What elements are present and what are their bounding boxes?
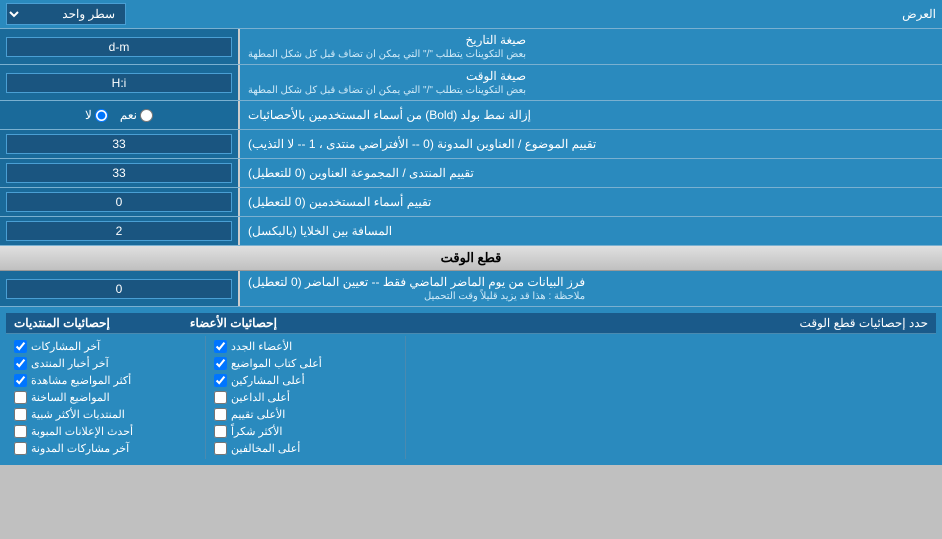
- checkbox-forum-news[interactable]: [14, 357, 27, 370]
- user-names-label: تقييم أسماء المستخدمين (0 للتعطيل): [240, 188, 942, 216]
- check-forum-similar[interactable]: المنتديات الأكثر شبية: [10, 406, 201, 423]
- check-members-posters[interactable]: أعلى المشاركين: [210, 372, 401, 389]
- time-cut-label: فرز البيانات من يوم الماضر الماضي فقط --…: [240, 271, 942, 306]
- user-names-input[interactable]: [6, 192, 232, 212]
- bold-remove-row: إزالة نمط بولد (Bold) من أسماء المستخدمي…: [0, 101, 942, 130]
- checkboxes-body: الأعضاء الجدد أعلى كتاب المواضيع أعلى ال…: [6, 336, 936, 459]
- bold-remove-yes-label[interactable]: نعم: [120, 108, 153, 122]
- checkbox-forum-last-posts[interactable]: [14, 340, 27, 353]
- forum-ordering-input-cell: [0, 159, 240, 187]
- time-cut-input-cell: [0, 271, 240, 306]
- check-forum-news[interactable]: آخر أخبار المنتدى: [10, 355, 201, 372]
- checkbox-members-callers[interactable]: [214, 391, 227, 404]
- checkbox-members-violators[interactable]: [214, 442, 227, 455]
- bold-remove-no-label[interactable]: لا: [85, 108, 108, 122]
- time-cut-input[interactable]: [6, 279, 232, 299]
- check-members-callers[interactable]: أعلى الداعين: [210, 389, 401, 406]
- cell-distance-input-cell: [0, 217, 240, 245]
- bold-remove-yes-radio[interactable]: [140, 109, 153, 122]
- col1-title: إحصائيات المنتديات: [14, 316, 110, 330]
- forum-ordering-row: تقييم المنتدى / المجموعة العناوين (0 للت…: [0, 159, 942, 188]
- check-forum-last-posts[interactable]: آخر المشاركات: [10, 338, 201, 355]
- bold-remove-radio-cell: نعم لا: [0, 101, 240, 129]
- forum-stats-col: آخر المشاركات آخر أخبار المنتدى أكثر الم…: [6, 336, 206, 459]
- check-forum-ads[interactable]: أحدث الإعلانات المبوبة: [10, 423, 201, 440]
- top-row-select-container[interactable]: سطر واحد: [6, 3, 126, 25]
- check-members-writers[interactable]: أعلى كتاب المواضيع: [210, 355, 401, 372]
- bold-remove-no-radio[interactable]: [95, 109, 108, 122]
- check-forum-most-viewed[interactable]: أكثر المواضيع مشاهدة: [10, 372, 201, 389]
- topic-ordering-input-cell: [0, 130, 240, 158]
- checkbox-forum-hot[interactable]: [14, 391, 27, 404]
- checkbox-members-writers[interactable]: [214, 357, 227, 370]
- display-mode-select[interactable]: سطر واحد: [6, 3, 126, 25]
- top-row: العرض سطر واحد: [0, 0, 942, 29]
- bold-remove-label: إزالة نمط بولد (Bold) من أسماء المستخدمي…: [240, 101, 942, 129]
- check-members-rated[interactable]: الأعلى تقييم: [210, 406, 401, 423]
- members-stats-col: الأعضاء الجدد أعلى كتاب المواضيع أعلى ال…: [206, 336, 406, 459]
- check-forum-blog[interactable]: آخر مشاركات المدونة: [10, 440, 201, 457]
- stats-spacer: [406, 336, 936, 459]
- time-format-input[interactable]: [6, 73, 232, 93]
- user-names-input-cell: [0, 188, 240, 216]
- checkbox-forum-similar[interactable]: [14, 408, 27, 421]
- check-members-new[interactable]: الأعضاء الجدد: [210, 338, 401, 355]
- checkbox-members-rated[interactable]: [214, 408, 227, 421]
- checkbox-members-new[interactable]: [214, 340, 227, 353]
- time-cut-row: فرز البيانات من يوم الماضر الماضي فقط --…: [0, 271, 942, 307]
- cell-distance-row: المسافة بين الخلايا (بالبكسل): [0, 217, 942, 246]
- cell-distance-input[interactable]: [6, 221, 232, 241]
- check-members-violators[interactable]: أعلى المخالفين: [210, 440, 401, 457]
- checkbox-members-posters[interactable]: [214, 374, 227, 387]
- col2-title: إحصائيات الأعضاء: [190, 316, 277, 330]
- topic-ordering-row: تقييم الموضوع / العناوين المدونة (0 -- ا…: [0, 130, 942, 159]
- checkbox-forum-most-viewed[interactable]: [14, 374, 27, 387]
- check-members-thankful[interactable]: الأكثر شكراً: [210, 423, 401, 440]
- cell-distance-label: المسافة بين الخلايا (بالبكسل): [240, 217, 942, 245]
- user-names-row: تقييم أسماء المستخدمين (0 للتعطيل): [0, 188, 942, 217]
- topic-ordering-input[interactable]: [6, 134, 232, 154]
- date-format-input[interactable]: [6, 37, 232, 57]
- stats-title-right: حدد إحصائيات قطع الوقت: [277, 316, 928, 330]
- check-forum-hot[interactable]: المواضيع الساخنة: [10, 389, 201, 406]
- top-row-label: العرض: [126, 7, 936, 21]
- date-format-row: صيغة التاريخ بعض التكوينات يتطلب "/" الت…: [0, 29, 942, 65]
- forum-ordering-label: تقييم المنتدى / المجموعة العناوين (0 للت…: [240, 159, 942, 187]
- date-format-input-cell: [0, 29, 240, 64]
- topic-ordering-label: تقييم الموضوع / العناوين المدونة (0 -- ا…: [240, 130, 942, 158]
- time-cut-header: قطع الوقت: [0, 246, 942, 271]
- time-format-label: صيغة الوقت بعض التكوينات يتطلب "/" التي …: [240, 65, 942, 100]
- forum-ordering-input[interactable]: [6, 163, 232, 183]
- checkbox-forum-ads[interactable]: [14, 425, 27, 438]
- time-format-row: صيغة الوقت بعض التكوينات يتطلب "/" التي …: [0, 65, 942, 101]
- checkboxes-section: حدد إحصائيات قطع الوقت إحصائيات الأعضاء …: [0, 307, 942, 465]
- date-format-label: صيغة التاريخ بعض التكوينات يتطلب "/" الت…: [240, 29, 942, 64]
- time-format-input-cell: [0, 65, 240, 100]
- checkbox-forum-blog[interactable]: [14, 442, 27, 455]
- checkbox-members-thankful[interactable]: [214, 425, 227, 438]
